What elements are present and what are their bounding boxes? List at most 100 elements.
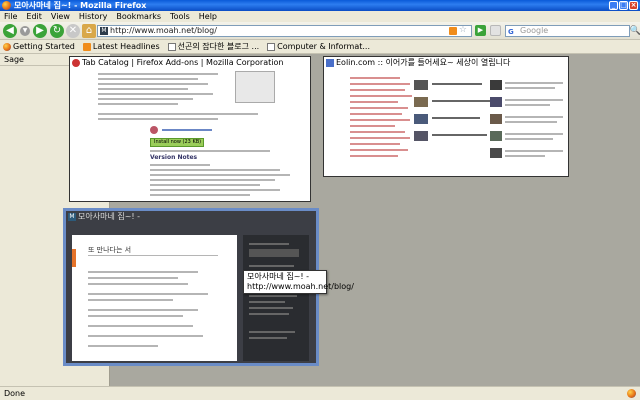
thumbnail-image: [490, 131, 502, 141]
text-line: [98, 78, 198, 80]
bookmark-latest-headlines[interactable]: Latest Headlines: [82, 42, 160, 51]
rss-feed-icon[interactable]: [449, 27, 457, 35]
stop-button[interactable]: ✕: [66, 24, 80, 38]
screenshot-thumbnail: [235, 71, 275, 103]
back-button[interactable]: ◀: [3, 24, 17, 38]
rss-icon: [82, 42, 91, 51]
back-dropdown-icon[interactable]: ▼: [20, 26, 30, 36]
text-line: [350, 125, 395, 127]
text-line: [505, 82, 563, 84]
text-line: [350, 77, 400, 79]
firefox-icon: [2, 1, 11, 10]
tab-preview-addons[interactable]: Tab Catalog | Firefox Add-ons | Mozilla …: [69, 56, 311, 202]
firefox-extension-icon[interactable]: [627, 389, 636, 398]
bookmark-star-icon[interactable]: ☆: [459, 25, 467, 35]
text-line: [150, 174, 290, 176]
menu-file[interactable]: File: [4, 11, 17, 22]
menu-tools[interactable]: Tools: [170, 11, 190, 22]
bookmark-computer-info[interactable]: Computer & Informat...: [267, 42, 370, 51]
search-engine-selector[interactable]: [490, 25, 501, 36]
reload-button[interactable]: ↻: [50, 24, 64, 38]
text-line: [88, 293, 208, 295]
text-line: [88, 315, 183, 317]
page-icon: [267, 42, 276, 51]
tab-tooltip: 모아사마네 집~! - http://www.moah.net/blog/: [243, 270, 354, 294]
text-line: [350, 119, 410, 121]
text-line: [505, 155, 545, 157]
thumbnail-image: [414, 114, 428, 124]
text-line: [505, 104, 550, 106]
menu-bookmarks[interactable]: Bookmarks: [116, 11, 161, 22]
thumbnail-image: [414, 97, 428, 107]
post-heading: 또 만나다는 서: [88, 246, 132, 254]
version-notes-heading: Version Notes: [150, 154, 198, 161]
menu-view[interactable]: View: [51, 11, 70, 22]
menu-edit[interactable]: Edit: [26, 11, 42, 22]
text-line: [150, 164, 210, 166]
text-line: [88, 271, 198, 273]
minimize-button[interactable]: _: [609, 1, 618, 10]
text-line: [505, 87, 555, 89]
text-line: [150, 184, 260, 186]
text-line: [249, 331, 295, 333]
maximize-button[interactable]: □: [619, 1, 628, 10]
page-icon: [167, 42, 176, 51]
url-bar[interactable]: M http://www.moah.net/blog/ ☆: [97, 25, 472, 37]
bookmark-label: Latest Headlines: [92, 42, 160, 51]
blog-content-area: 또 만나다는 서: [72, 235, 237, 361]
text-line: [249, 313, 289, 315]
install-button[interactable]: Install now (23 KB): [150, 138, 204, 147]
bookmark-getting-started[interactable]: Getting Started: [3, 42, 75, 51]
text-line: [98, 88, 188, 90]
close-button[interactable]: ×: [629, 1, 638, 10]
text-line: [350, 113, 402, 115]
text-line: [249, 295, 297, 297]
preview-title: Eolin.com :: 이어가를 들어세요~ 세상이 열립니다: [336, 58, 511, 67]
text-line: [432, 134, 487, 136]
text-line: [98, 93, 213, 95]
menu-help[interactable]: Help: [199, 11, 217, 22]
text-line: [350, 101, 398, 103]
preview-title: 모아사마네 집~! -: [78, 212, 141, 221]
text-line: [98, 83, 208, 85]
author-avatar: [150, 126, 158, 134]
bookmark-blog[interactable]: 선곤의 잡다한 블로그 ...: [167, 41, 259, 52]
site-favicon-icon: M: [100, 27, 108, 35]
eolin-icon: [326, 59, 334, 67]
preview-title: Tab Catalog | Firefox Add-ons | Mozilla …: [82, 58, 284, 67]
text-line: [350, 137, 410, 139]
preview-title-bar: Tab Catalog | Firefox Add-ons | Mozilla …: [70, 57, 310, 69]
go-button[interactable]: ▶: [475, 25, 486, 36]
tab-preview-eolin[interactable]: Eolin.com :: 이어가를 들어세요~ 세상이 열립니다: [323, 56, 569, 177]
preview-title-bar: Eolin.com :: 이어가를 들어세요~ 세상이 열립니다: [324, 57, 568, 69]
bookmarks-toolbar: Getting Started Latest Headlines 선곤의 잡다한…: [0, 40, 640, 54]
search-icon[interactable]: 🔍: [630, 26, 640, 36]
tooltip-title: 모아사마네 집~! -: [247, 272, 310, 281]
text-line: [350, 107, 408, 109]
text-line: [249, 265, 294, 267]
menu-bar: File Edit View History Bookmarks Tools H…: [0, 11, 640, 22]
search-input[interactable]: G Google 🔍: [505, 25, 640, 37]
text-line: [88, 309, 198, 311]
home-button[interactable]: ⌂: [82, 24, 96, 38]
search-placeholder: Google: [520, 26, 549, 35]
text-line: [150, 194, 250, 196]
text-line: [505, 99, 563, 101]
divider: [88, 255, 218, 256]
text-line: [88, 299, 173, 301]
sidebar-title: Sage: [4, 55, 24, 64]
install-button-label: Install now (23 KB): [154, 139, 202, 145]
text-line: [88, 345, 158, 347]
text-line: [350, 95, 412, 97]
text-line: [350, 83, 410, 85]
text-line: [505, 138, 553, 140]
tooltip-url: http://www.moah.net/blog/: [247, 282, 354, 291]
text-line: [432, 100, 492, 102]
author-line: [162, 129, 212, 131]
thumbnail-image: [490, 97, 502, 107]
forward-button[interactable]: ▶: [33, 24, 47, 38]
text-line: [505, 133, 563, 135]
url-text: http://www.moah.net/blog/: [110, 26, 217, 35]
menu-history[interactable]: History: [79, 11, 107, 22]
text-line: [432, 83, 482, 85]
